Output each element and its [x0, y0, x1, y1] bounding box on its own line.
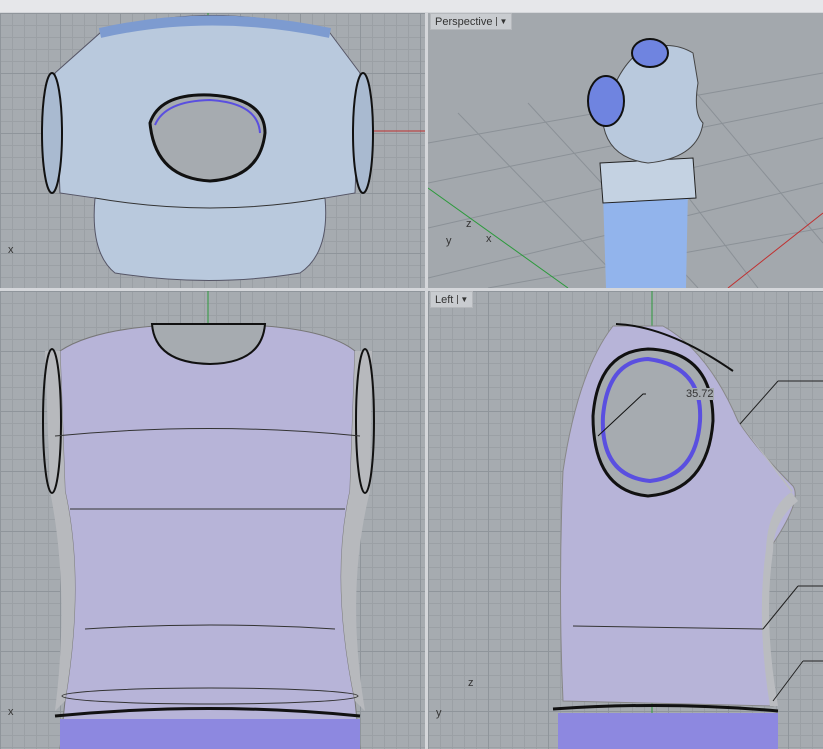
front-view-model — [42, 291, 375, 749]
axis-y-label: y — [436, 707, 442, 719]
viewport-label-perspective[interactable]: Perspective ▼ — [430, 13, 513, 30]
dimension-label[interactable]: 35.72 — [686, 388, 714, 400]
viewport-label-left[interactable]: Left ▼ — [430, 291, 474, 308]
left-view-model — [552, 291, 823, 749]
chevron-down-icon[interactable]: ▼ — [496, 17, 507, 26]
title-strip — [0, 0, 823, 12]
axis-x-label: x — [8, 706, 14, 718]
axis-x-label: x — [8, 244, 14, 256]
viewport-left[interactable]: 35.72 Left ▼ z y — [428, 291, 823, 749]
axis-z-label: z — [468, 677, 474, 689]
viewport-front[interactable]: x — [0, 291, 425, 749]
chevron-down-icon[interactable]: ▼ — [457, 295, 468, 304]
axis-z-label: z — [466, 218, 472, 230]
axis-x-label: x — [486, 233, 492, 245]
viewport-top[interactable]: x — [0, 13, 425, 288]
viewport-perspective[interactable]: Perspective ▼ z y x — [428, 13, 823, 288]
viewport-title: Perspective — [435, 15, 493, 28]
axis-y-label: y — [446, 235, 452, 247]
viewport-title: Left — [435, 293, 454, 306]
top-view-model — [41, 13, 425, 281]
perspective-view-model — [428, 38, 823, 288]
